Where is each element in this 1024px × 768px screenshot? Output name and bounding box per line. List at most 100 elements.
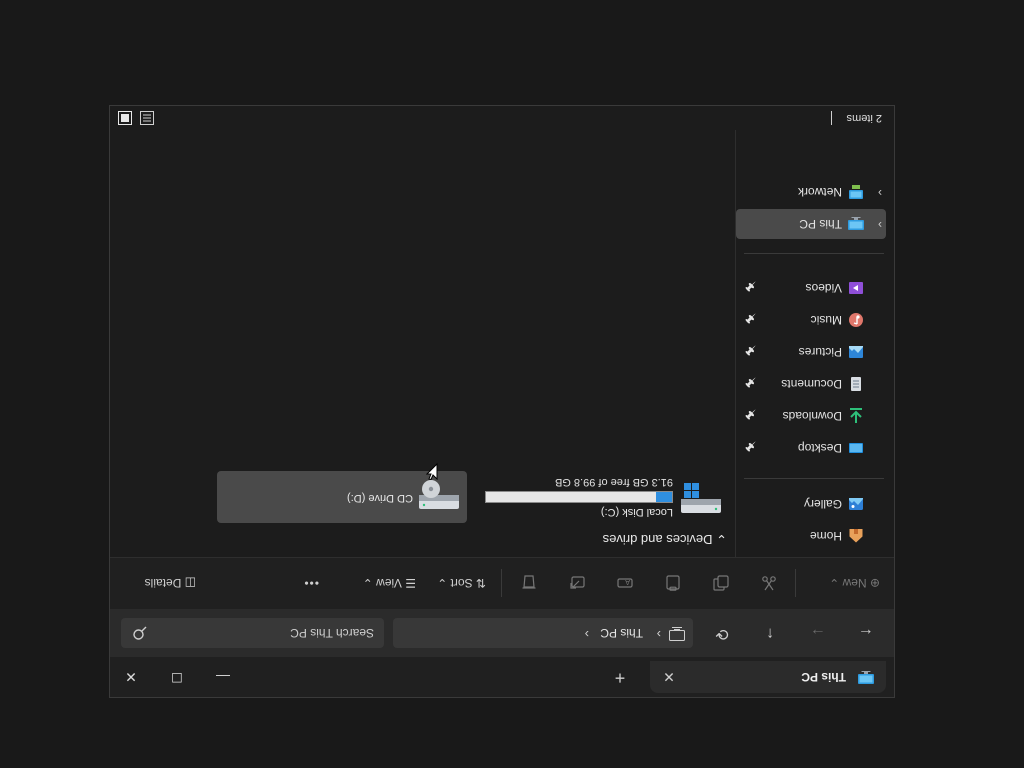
pin-icon[interactable]: 🖈	[742, 344, 756, 360]
desktop-folder-icon	[849, 443, 863, 453]
sidebar-item-label: Videos	[805, 281, 842, 295]
chevron-down-icon: ⌄	[829, 576, 840, 590]
maximize-button[interactable]: ☐	[154, 657, 200, 697]
copy-icon[interactable]	[713, 575, 729, 591]
delete-icon[interactable]	[521, 575, 537, 591]
view-icon: ☰	[405, 576, 416, 590]
details-view-icon[interactable]	[140, 111, 154, 125]
new-icon: ⊕	[869, 576, 880, 590]
sidebar-item-network[interactable]: › Network	[736, 177, 886, 207]
pin-icon[interactable]: 🖈	[742, 312, 756, 328]
sidebar-item-label: Desktop	[797, 441, 842, 455]
details-pane-icon: ◫	[184, 576, 196, 590]
new-label: New	[842, 576, 867, 590]
drive-name: CD Drive (D:)	[347, 492, 413, 504]
back-arrow-icon[interactable]: ←	[852, 621, 880, 645]
drive-usage-fill	[656, 492, 672, 502]
sidebar-item-desktop[interactable]: Desktop 🖈	[736, 433, 886, 463]
pin-icon[interactable]: 🖈	[742, 280, 756, 296]
sidebar-item-label: Gallery	[803, 497, 842, 511]
drive-free-space: 91.3 GB free of 99.8 GB	[554, 476, 673, 488]
gallery-icon	[849, 498, 863, 510]
new-tab-button[interactable]: +	[608, 665, 632, 689]
sidebar-divider	[744, 253, 884, 254]
devices-group-header[interactable]: ⌄ Devices and drives	[603, 531, 727, 547]
search-icon	[133, 626, 147, 640]
group-title: Devices and drives	[602, 532, 713, 547]
sidebar-item-pictures[interactable]: Pictures 🖈	[736, 337, 886, 367]
tab-label: This PC	[801, 670, 846, 684]
navigation-pane: Home Gallery Desktop 🖈 Downloads 🖈 Docum…	[736, 130, 894, 557]
sidebar-item-documents[interactable]: Documents 🖈	[736, 369, 886, 399]
command-divider	[501, 569, 502, 597]
sidebar-item-label: This PC	[799, 217, 842, 231]
search-input[interactable]: Search This PC	[121, 618, 384, 648]
home-icon	[849, 529, 863, 543]
sort-label: Sort	[450, 576, 473, 590]
mouse-cursor	[426, 462, 438, 480]
title-bar: This PC ✕ + — ☐ ✕	[110, 657, 894, 697]
rename-icon[interactable]: A	[617, 575, 633, 591]
navigation-pane-border	[735, 130, 736, 557]
local-disk-icon	[681, 483, 721, 513]
tiles-view-icon[interactable]	[118, 111, 132, 125]
sidebar-item-music[interactable]: Music 🖈	[736, 305, 886, 335]
sidebar-item-gallery[interactable]: Gallery	[736, 489, 886, 519]
sort-button[interactable]: ⇅ Sort ⌄	[437, 571, 486, 595]
pictures-icon	[849, 346, 863, 358]
up-arrow-icon[interactable]: ↑	[756, 621, 784, 645]
music-icon	[849, 313, 863, 327]
sidebar-item-label: Pictures	[798, 345, 842, 359]
status-divider	[831, 111, 832, 125]
command-divider	[795, 569, 796, 597]
status-bar: 2 items	[110, 105, 894, 130]
details-label: Details	[144, 576, 182, 590]
forward-arrow-icon[interactable]: →	[804, 621, 832, 645]
chevron-down-icon: ⌄	[437, 576, 448, 590]
this-pc-icon	[848, 217, 864, 230]
chevron-down-icon: ⌄	[362, 576, 373, 590]
command-bar: ⊕ New ⌄ A ⇅ Sort ⌄ ☰ View ⌄ ••• ◫ Detail…	[110, 557, 894, 609]
sidebar-item-label: Network	[797, 185, 842, 199]
cut-icon[interactable]	[761, 575, 777, 591]
chevron-right-icon[interactable]: ›	[878, 186, 882, 200]
pin-icon[interactable]: 🖈	[742, 408, 756, 424]
view-button[interactable]: ☰ View ⌄	[363, 571, 416, 595]
item-count: 2 items	[846, 112, 882, 124]
drive-usage-bar	[485, 491, 673, 503]
paste-icon[interactable]	[665, 575, 681, 591]
videos-icon	[849, 282, 863, 294]
network-icon	[849, 185, 863, 199]
chevron-down-icon: ⌄	[716, 532, 727, 547]
sidebar-item-this-pc[interactable]: › This PC	[736, 209, 886, 239]
chevron-right-icon[interactable]: ›	[585, 627, 589, 642]
sidebar-divider	[744, 478, 884, 479]
sidebar-item-videos[interactable]: Videos 🖈	[736, 273, 886, 303]
pin-icon[interactable]: 🖈	[742, 376, 756, 392]
share-icon[interactable]	[569, 575, 585, 591]
search-placeholder: Search This PC	[290, 626, 374, 640]
address-bar[interactable]: › This PC ›	[393, 618, 693, 648]
documents-icon	[851, 377, 861, 391]
sidebar-item-label: Music	[810, 313, 842, 327]
tab-this-pc[interactable]: This PC ✕	[650, 661, 886, 693]
close-button[interactable]: ✕	[109, 657, 154, 697]
sidebar-item-label: Documents	[781, 377, 842, 391]
details-button[interactable]: ◫ Details	[145, 571, 196, 595]
close-tab-icon[interactable]: ✕	[658, 667, 680, 687]
new-button[interactable]: ⊕ New ⌄	[829, 571, 880, 595]
breadcrumb-this-pc[interactable]: This PC	[600, 626, 643, 640]
pin-icon[interactable]: 🖈	[742, 440, 756, 456]
refresh-icon[interactable]: ⟳	[708, 621, 736, 645]
content-area: ⌄ Devices and drives Local Disk (C:) 91.…	[109, 130, 735, 557]
sidebar-item-home[interactable]: Home	[736, 521, 886, 551]
chevron-right-icon[interactable]: ›	[878, 218, 882, 232]
chevron-right-icon[interactable]: ›	[657, 627, 661, 642]
svg-text:A: A	[625, 578, 630, 586]
sidebar-item-downloads[interactable]: Downloads 🖈	[736, 401, 886, 431]
sidebar-item-label: Downloads	[782, 409, 842, 423]
more-options-button[interactable]: •••	[303, 571, 319, 595]
sidebar-item-label: Home	[809, 529, 842, 543]
drive-c[interactable]: Local Disk (C:) 91.3 GB free of 99.8 GB	[477, 471, 727, 523]
minimize-button[interactable]: —	[200, 657, 246, 697]
